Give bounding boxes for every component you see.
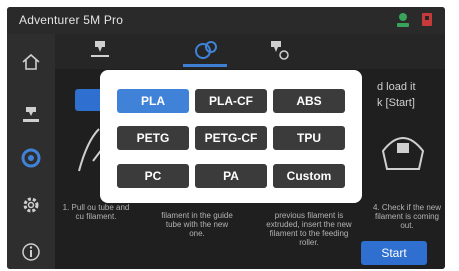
material-option-petg-cf[interactable]: PETG-CF xyxy=(195,126,267,150)
home-icon xyxy=(22,53,40,70)
network-icon xyxy=(397,13,409,27)
print-nozzle-icon xyxy=(23,107,39,122)
hint-line-2: k [Start] xyxy=(377,97,415,109)
material-select-popup: PLA PLA-CF ABS PETG PETG-CF TPU PC PA Cu… xyxy=(100,70,362,203)
step-2-text: filament in the guide tube with the new … xyxy=(161,211,233,238)
filament-icon xyxy=(21,148,41,168)
tab-filament-spool[interactable] xyxy=(193,39,219,61)
sidebar-item-filament[interactable] xyxy=(15,142,47,174)
app-title: Adventurer 5M Pro xyxy=(19,13,124,27)
material-option-pc[interactable]: PC xyxy=(117,164,189,188)
settings-gear-icon xyxy=(23,197,39,213)
info-icon xyxy=(22,243,40,261)
sidebar xyxy=(7,34,55,269)
sidebar-item-print[interactable] xyxy=(15,98,47,130)
material-option-custom[interactable]: Custom xyxy=(273,164,345,188)
sidebar-item-info[interactable] xyxy=(15,236,47,268)
material-option-abs[interactable]: ABS xyxy=(273,89,345,113)
material-option-pla[interactable]: PLA xyxy=(117,89,189,113)
sidebar-item-settings[interactable] xyxy=(15,189,47,221)
material-option-petg[interactable]: PETG xyxy=(117,126,189,150)
step-3-text: previous filament is extruded, insert th… xyxy=(266,211,352,247)
step-4-illustration xyxy=(381,137,425,170)
hint-line-1: d load it xyxy=(377,81,416,93)
material-option-tpu[interactable]: TPU xyxy=(273,126,345,150)
tab-nozzle[interactable] xyxy=(87,39,113,61)
material-option-pa[interactable]: PA xyxy=(195,164,267,188)
active-tab-indicator xyxy=(183,64,227,67)
start-button[interactable]: Start xyxy=(361,241,427,265)
step-4-text: 4. Check if the new filament is coming o… xyxy=(372,203,442,230)
step-1-text: 1. Pull ou tube and cu filament. xyxy=(62,203,130,221)
tab-bar xyxy=(55,34,445,68)
material-option-pla-cf[interactable]: PLA-CF xyxy=(195,89,267,113)
tab-nozzle-settings[interactable] xyxy=(265,39,291,61)
sidebar-item-home[interactable] xyxy=(15,46,47,78)
printer-status-icon xyxy=(422,13,432,26)
title-bar: Adventurer 5M Pro xyxy=(7,7,445,34)
